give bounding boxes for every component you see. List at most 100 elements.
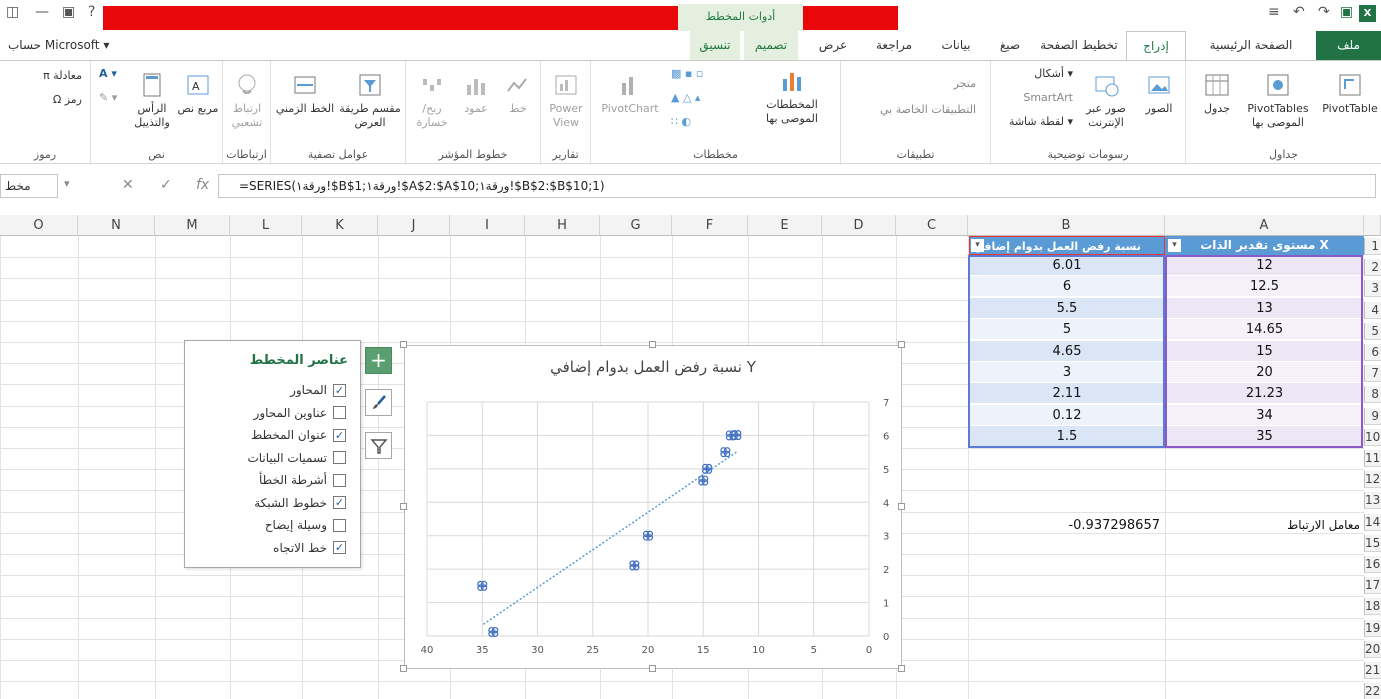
tab-formulas[interactable]: صيغ	[988, 31, 1032, 61]
column-header-h[interactable]: H	[525, 215, 600, 236]
checkbox-checked-icon[interactable]: ✓	[333, 541, 346, 554]
correlation-value[interactable]: -0.937298657	[970, 517, 1160, 534]
signature-icon[interactable]: ✎ ▾	[99, 91, 117, 104]
ribbon-display-icon[interactable]: ▣	[62, 4, 75, 20]
chart-element-option[interactable]: ✓ خطوط الشبكة	[254, 492, 346, 514]
enter-icon[interactable]: ✓	[160, 177, 172, 193]
resize-handle[interactable]	[898, 503, 905, 510]
row-header-15[interactable]: 15	[1364, 534, 1381, 552]
row-header-17[interactable]: 17	[1364, 577, 1381, 595]
header-cell-a[interactable]: مستوى تقدير الذات X	[1165, 236, 1364, 255]
column-header-l[interactable]: L	[230, 215, 302, 236]
checkbox-empty-icon[interactable]	[333, 518, 346, 532]
column-chart-icon[interactable]: ▩ ▪ ▫	[671, 67, 703, 80]
my-apps-button[interactable]: التطبيقات الخاصة بي	[880, 103, 976, 116]
column-header-m[interactable]: M	[155, 215, 230, 236]
scatter-chart-icon[interactable]: ∷ ◐	[671, 115, 691, 128]
resize-handle[interactable]	[400, 341, 407, 348]
sparkline-winloss-button[interactable]: ربح/خسارة	[410, 71, 454, 130]
table-button[interactable]: جدول	[1190, 71, 1244, 116]
row-header-6[interactable]: 6	[1364, 344, 1381, 361]
chart-element-option[interactable]: عناوين المحاور	[254, 402, 346, 424]
symbol-button[interactable]: Ω رمز	[53, 93, 82, 106]
tab-insert[interactable]: إدراج	[1126, 31, 1186, 61]
correlation-label[interactable]: معامل الارتباط	[1180, 517, 1360, 534]
sparkline-line-button[interactable]: خط	[498, 71, 538, 116]
undo-icon[interactable]: ↶	[1293, 4, 1305, 20]
row-header-20[interactable]: 20	[1364, 640, 1381, 658]
restore-icon[interactable]: ◫	[6, 4, 19, 20]
resize-handle[interactable]	[400, 665, 407, 672]
row-header-16[interactable]: 16	[1364, 556, 1381, 573]
checkbox-empty-icon[interactable]	[333, 451, 346, 464]
chart-filters-button[interactable]	[365, 432, 392, 459]
column-header-d[interactable]: D	[822, 215, 896, 236]
row-header-11[interactable]: 11	[1364, 450, 1381, 467]
column-header-f[interactable]: F	[672, 215, 748, 236]
checkbox-empty-icon[interactable]	[333, 473, 346, 487]
chart-element-option[interactable]: وسيلة إيضاح	[265, 514, 346, 536]
checkbox-checked-icon[interactable]: ✓	[333, 428, 346, 442]
chart-element-option[interactable]: ✓ خط الاتجاه	[273, 537, 346, 559]
filter-dropdown-a-icon[interactable]: ▾	[1168, 239, 1181, 252]
column-header-n[interactable]: N	[78, 215, 155, 236]
row-header-12[interactable]: 12	[1364, 471, 1381, 489]
recommended-charts-button[interactable]: المخططات الموصى بها	[759, 67, 825, 126]
sparkline-column-button[interactable]: عمود	[456, 71, 496, 116]
resize-handle[interactable]	[400, 503, 407, 510]
store-button[interactable]: متجر	[954, 77, 976, 90]
column-header-o[interactable]: O	[0, 215, 78, 236]
insert-function-icon[interactable]: fx	[196, 177, 209, 193]
column-header-b[interactable]: B	[968, 215, 1165, 236]
column-header-a[interactable]: A	[1165, 215, 1364, 236]
recommended-pivot-button[interactable]: PivotTables الموصى بها	[1238, 71, 1318, 130]
formula-input[interactable]: =SERIES(ورقة١!$B$1;ورقة١!$A$2:$A$10;ورقة…	[218, 174, 1376, 198]
chart-element-option[interactable]: ✓ عنوان المخطط	[251, 424, 346, 446]
screenshot-button[interactable]: لقطة شاشة ▾	[1009, 115, 1073, 128]
row-header-13[interactable]: 13	[1364, 492, 1381, 510]
minimize-icon[interactable]: —	[35, 4, 49, 20]
save-icon[interactable]: ▣	[1340, 4, 1353, 20]
smartart-button[interactable]: SmartArt	[1023, 91, 1073, 104]
cancel-icon[interactable]: ✕	[122, 177, 134, 193]
line-chart-icon[interactable]: ▲ △ ▴	[671, 91, 700, 104]
namebox-dropdown-icon[interactable]: ▾	[64, 177, 70, 190]
chart-element-option[interactable]: ✓ المحاور	[290, 379, 346, 401]
filter-dropdown-b-icon[interactable]: ▾	[971, 239, 984, 252]
tab-home[interactable]: الصفحة الرئيسية	[1192, 31, 1310, 61]
chart-element-option[interactable]: أشرطة الخطأ	[259, 469, 346, 491]
chart-elements-button[interactable]: +	[365, 347, 392, 374]
row-header-14[interactable]: 14	[1364, 513, 1381, 531]
slicer-button[interactable]: مقسم طريقة العرض	[337, 71, 403, 130]
column-header-c[interactable]: C	[896, 215, 968, 236]
column-header-e[interactable]: E	[748, 215, 822, 236]
tab-file[interactable]: ملف	[1316, 31, 1381, 61]
tab-view[interactable]: عرض	[810, 31, 856, 61]
online-pictures-button[interactable]: صور عبر الإنترنت	[1075, 71, 1137, 130]
shapes-button[interactable]: أشكال ▾	[1034, 67, 1073, 80]
row-header-5[interactable]: 5	[1364, 322, 1381, 340]
row-header-19[interactable]: 19	[1364, 619, 1381, 637]
column-header-i[interactable]: I	[450, 215, 525, 236]
equation-button[interactable]: π معادلة	[43, 69, 82, 82]
row-header-18[interactable]: 18	[1364, 598, 1381, 616]
help-icon[interactable]: ?	[88, 4, 95, 20]
textbox-button[interactable]: A مربع نص	[177, 71, 219, 116]
chart-styles-button[interactable]	[365, 389, 392, 416]
scatter-chart[interactable]: نسبة رفض العمل بدوام إضافي Y 0 1 2 3 4 5 6 7 40 3…	[404, 345, 902, 669]
row-header-1[interactable]: 1	[1364, 238, 1381, 255]
column-header-k[interactable]: K	[302, 215, 378, 236]
column-header-g[interactable]: G	[600, 215, 672, 236]
row-header-10[interactable]: 10	[1364, 428, 1381, 446]
timeline-button[interactable]: الخط الزمني	[275, 71, 335, 116]
resize-handle[interactable]	[898, 665, 905, 672]
row-header-2[interactable]: 2	[1364, 259, 1381, 277]
row-header-3[interactable]: 3	[1364, 280, 1381, 298]
checkbox-checked-icon[interactable]: ✓	[333, 496, 346, 509]
row-header-8[interactable]: 8	[1364, 386, 1381, 404]
row-header-4[interactable]: 4	[1364, 301, 1381, 319]
redo-icon[interactable]: ↷	[1318, 4, 1330, 20]
name-box[interactable]: مخط	[0, 174, 58, 198]
resize-handle[interactable]	[649, 665, 656, 672]
column-header-j[interactable]: J	[378, 215, 450, 236]
